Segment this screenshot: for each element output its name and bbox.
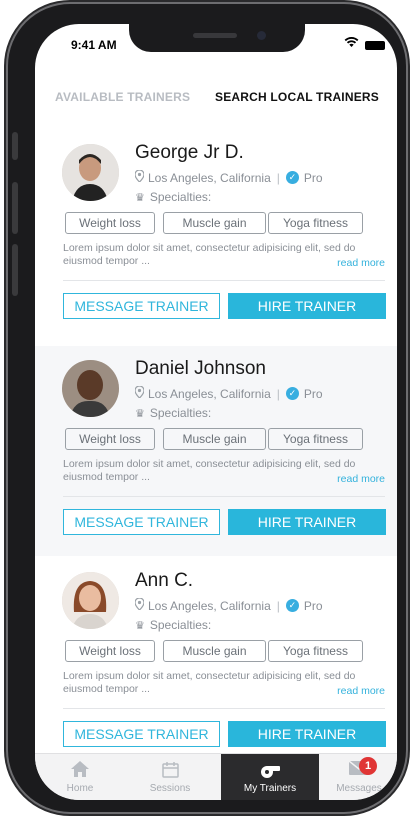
status-time: 9:41 AM <box>71 38 117 52</box>
check-badge-icon: ✓ <box>285 387 299 400</box>
nav-label: My Trainers <box>243 783 297 794</box>
battery-icon <box>365 41 385 50</box>
unread-badge: 1 <box>359 757 377 775</box>
tab-available-trainers[interactable]: AVAILABLE TRAINERS <box>55 90 190 104</box>
mute-switch <box>12 132 18 160</box>
nav-messages[interactable]: Messages 1 <box>321 754 397 800</box>
trainer-name: George Jr D. <box>135 142 244 163</box>
trainer-card: Ann C. Los Angeles, California | ✓ Pro ♛… <box>35 558 397 768</box>
specialty-tag: Yoga fitness <box>268 428 363 450</box>
pro-label: Pro <box>303 170 323 185</box>
read-more-link[interactable]: read more <box>337 473 385 485</box>
trainer-location: Los Angeles, California | ✓ Pro <box>134 597 323 613</box>
trophy-icon: ♛ <box>135 619 145 632</box>
read-more-link[interactable]: read more <box>337 257 385 269</box>
divider <box>63 280 385 281</box>
bottom-nav: Home Sessions My Trainers Messages 1 <box>35 753 397 800</box>
specialty-tag: Yoga fitness <box>268 640 363 662</box>
location-text: Los Angeles, California <box>148 386 271 401</box>
hire-trainer-button[interactable]: HIRE TRAINER <box>228 721 386 747</box>
nav-label: Sessions <box>149 783 191 794</box>
message-trainer-button[interactable]: MESSAGE TRAINER <box>63 293 220 319</box>
specialty-tag: Muscle gain <box>163 640 266 662</box>
whistle-icon <box>258 761 282 781</box>
specialty-tag: Yoga fitness <box>268 212 363 234</box>
check-badge-icon: ✓ <box>285 599 299 612</box>
trainer-tabs: AVAILABLE TRAINERS SEARCH LOCAL TRAINERS <box>35 90 397 110</box>
trainer-name: Daniel Johnson <box>135 358 266 379</box>
location-pin-icon <box>134 169 145 185</box>
specialties-label: Specialties: <box>149 190 212 204</box>
specialties-label: Specialties: <box>149 406 212 420</box>
speaker-grille <box>193 33 237 38</box>
hire-trainer-button[interactable]: HIRE TRAINER <box>228 293 386 319</box>
specialty-tag: Muscle gain <box>163 212 266 234</box>
avatar <box>62 144 119 201</box>
specialties: ♛ Specialties: <box>135 190 211 204</box>
tab-search-local-trainers[interactable]: SEARCH LOCAL TRAINERS <box>215 90 379 104</box>
nav-label: Home <box>66 783 94 794</box>
hire-trainer-button[interactable]: HIRE TRAINER <box>228 509 386 535</box>
nav-sessions[interactable]: Sessions <box>125 754 215 800</box>
read-more-link[interactable]: read more <box>337 685 385 697</box>
location-pin-icon <box>134 385 145 401</box>
home-icon <box>71 761 89 781</box>
trainer-name: Ann C. <box>135 570 194 591</box>
specialties-label: Specialties: <box>149 618 212 632</box>
specialties: ♛ Specialties: <box>135 406 211 420</box>
avatar <box>62 572 119 629</box>
location-text: Los Angeles, California <box>148 598 271 613</box>
wifi-icon <box>344 36 359 51</box>
divider <box>63 496 385 497</box>
location-text: Los Angeles, California <box>148 170 271 185</box>
avatar <box>62 360 119 417</box>
trophy-icon: ♛ <box>135 191 145 204</box>
message-trainer-button[interactable]: MESSAGE TRAINER <box>63 509 220 535</box>
pro-label: Pro <box>303 386 323 401</box>
nav-my-trainers[interactable]: My Trainers <box>221 754 319 800</box>
screen: 9:41 AM AVAILABLE TRAINERS SEARCH LOCAL … <box>35 24 397 800</box>
message-trainer-button[interactable]: MESSAGE TRAINER <box>63 721 220 747</box>
divider <box>63 708 385 709</box>
separator: | <box>276 598 280 613</box>
nav-home[interactable]: Home <box>35 754 125 800</box>
separator: | <box>276 170 280 185</box>
specialties: ♛ Specialties: <box>135 618 211 632</box>
pro-label: Pro <box>303 598 323 613</box>
notch <box>129 24 305 52</box>
nav-label: Messages <box>336 783 382 794</box>
trainer-location: Los Angeles, California | ✓ Pro <box>134 169 323 185</box>
specialty-tag: Weight loss <box>65 640 155 662</box>
calendar-icon <box>161 761 179 781</box>
specialty-tag: Weight loss <box>65 428 155 450</box>
trainer-location: Los Angeles, California | ✓ Pro <box>134 385 323 401</box>
specialty-tag: Muscle gain <box>163 428 266 450</box>
front-camera <box>257 31 266 40</box>
separator: | <box>276 386 280 401</box>
volume-up-button <box>12 182 18 234</box>
trainer-card: Daniel Johnson Los Angeles, California |… <box>35 346 397 556</box>
trainer-card: George Jr D. Los Angeles, California | ✓… <box>35 130 397 340</box>
location-pin-icon <box>134 597 145 613</box>
check-badge-icon: ✓ <box>285 171 299 184</box>
trophy-icon: ♛ <box>135 407 145 420</box>
volume-down-button <box>12 244 18 296</box>
specialty-tag: Weight loss <box>65 212 155 234</box>
phone-frame: 9:41 AM AVAILABLE TRAINERS SEARCH LOCAL … <box>8 4 406 812</box>
